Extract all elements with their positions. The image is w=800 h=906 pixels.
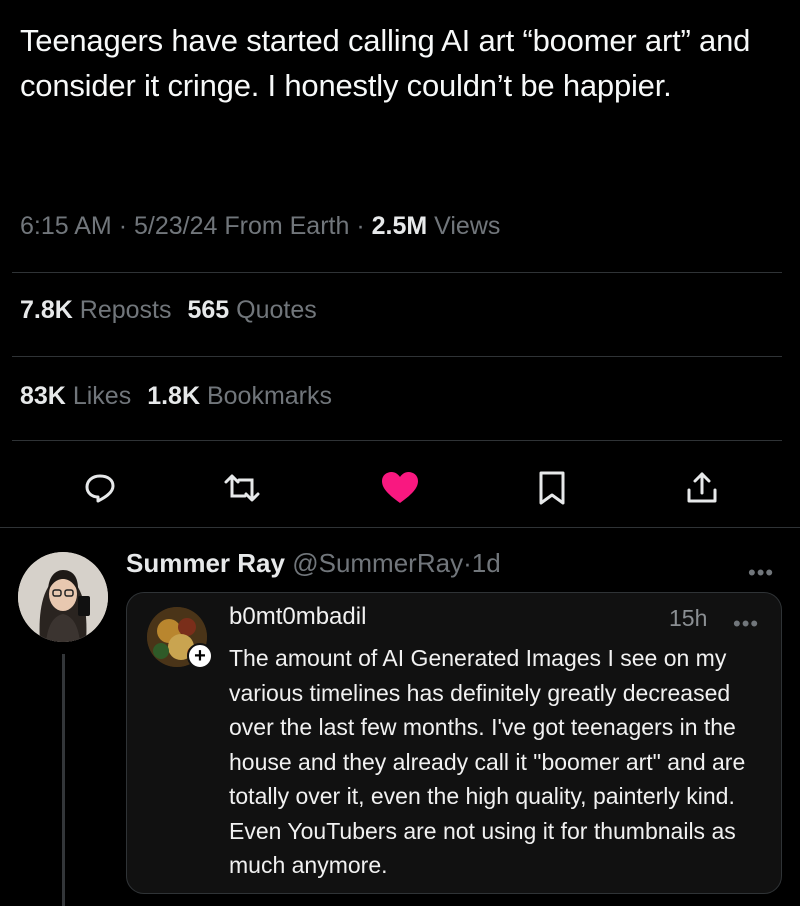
reply-button[interactable] bbox=[80, 468, 120, 508]
quoted-post-text: The amount of AI Generated Images I see … bbox=[229, 645, 746, 878]
avatar-photo bbox=[18, 552, 108, 642]
likes-count: 83K bbox=[20, 382, 66, 410]
stats-row-reposts: 7.8K Reposts 565 Quotes bbox=[20, 296, 317, 325]
bookmarks-label: Bookmarks bbox=[206, 382, 333, 410]
views-label: Views bbox=[434, 212, 501, 240]
quotes-count: 565 bbox=[187, 296, 230, 324]
more-options-icon[interactable]: ••• bbox=[748, 562, 774, 584]
action-bar bbox=[0, 462, 800, 512]
share-icon bbox=[687, 472, 717, 503]
tweet-source: From Earth bbox=[224, 212, 350, 240]
follow-plus-icon[interactable]: + bbox=[187, 643, 213, 669]
reposts-count: 7.8K bbox=[20, 296, 73, 324]
reply-author-handle[interactable]: @SummerRay bbox=[292, 548, 463, 578]
divider bbox=[12, 356, 782, 357]
tweet-text: Teenagers have started calling AI art “b… bbox=[20, 23, 751, 103]
likes-link[interactable]: 83K Likes bbox=[20, 382, 131, 410]
tweet-date[interactable]: 5/23/24 bbox=[134, 212, 217, 240]
separator-dot: · bbox=[463, 548, 472, 578]
tweet-meta: 6:15 AM · 5/23/24 From Earth · 2.5M View… bbox=[20, 212, 500, 241]
separator-dot: · bbox=[356, 212, 365, 240]
divider bbox=[12, 440, 782, 441]
reply-icon bbox=[85, 474, 115, 503]
bookmarks-link[interactable]: 1.8K Bookmarks bbox=[147, 382, 332, 410]
reply-author-name[interactable]: Summer Ray bbox=[126, 548, 285, 578]
repost-icon bbox=[224, 474, 260, 502]
like-button[interactable] bbox=[380, 468, 420, 508]
repost-button[interactable] bbox=[222, 468, 262, 508]
quotes-link[interactable]: 565 Quotes bbox=[187, 296, 316, 324]
bookmark-button[interactable] bbox=[532, 468, 572, 508]
reposts-link[interactable]: 7.8K Reposts bbox=[20, 296, 171, 324]
reply-header: Summer Ray @SummerRay·1d bbox=[126, 548, 501, 579]
stats-row-likes: 83K Likes 1.8K Bookmarks bbox=[20, 382, 332, 411]
quotes-label: Quotes bbox=[236, 296, 317, 324]
divider bbox=[12, 272, 782, 273]
quoted-time: 15h bbox=[669, 605, 708, 631]
bookmarks-count: 1.8K bbox=[147, 382, 201, 410]
likes-label: Likes bbox=[72, 382, 132, 410]
reposts-label: Reposts bbox=[79, 296, 172, 324]
share-button[interactable] bbox=[682, 468, 722, 508]
section-divider bbox=[0, 527, 800, 528]
quoted-post-card[interactable]: + b0mt0mbadil 15h ••• The amount of AI G… bbox=[126, 592, 782, 894]
avatar[interactable] bbox=[18, 552, 108, 642]
reply-age[interactable]: 1d bbox=[472, 548, 501, 578]
views-count: 2.5M bbox=[371, 212, 428, 240]
quoted-author-handle[interactable]: b0mt0mbadil bbox=[229, 603, 366, 631]
bookmark-icon bbox=[539, 471, 565, 505]
tweet-time[interactable]: 6:15 AM bbox=[20, 212, 112, 240]
like-icon bbox=[382, 472, 418, 503]
separator-dot: · bbox=[118, 212, 128, 240]
thread-line bbox=[62, 654, 65, 906]
quoted-more-options-icon[interactable]: ••• bbox=[733, 613, 759, 635]
